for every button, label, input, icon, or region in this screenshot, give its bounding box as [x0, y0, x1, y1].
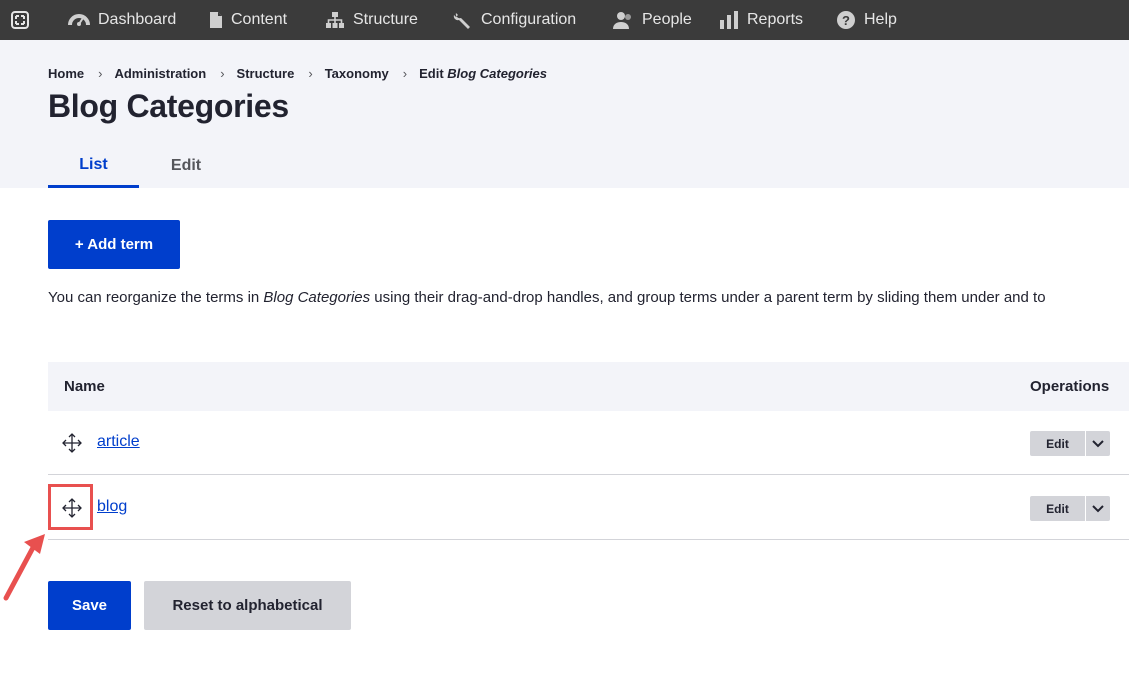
operations-dropbutton: Edit — [1030, 431, 1110, 456]
help-icon: ? — [837, 11, 855, 29]
breadcrumb-separator: › — [308, 66, 313, 81]
toolbar-people-label: People — [642, 11, 692, 28]
operations-toggle[interactable] — [1086, 496, 1110, 521]
drag-handle-icon[interactable] — [60, 431, 84, 455]
edit-term-button[interactable]: Edit — [1030, 431, 1085, 456]
terms-table-header: Name Operations — [48, 362, 1129, 411]
help-text: You can reorganize the terms in Blog Cat… — [48, 289, 1046, 306]
breadcrumb-current-prefix: Edit — [419, 66, 444, 81]
toolbar-reports-label: Reports — [747, 11, 804, 28]
tab-list[interactable]: List — [48, 144, 139, 188]
term-link[interactable]: article — [97, 433, 140, 451]
toolbar-help-label: Help — [864, 11, 897, 28]
edit-term-button[interactable]: Edit — [1030, 496, 1085, 521]
help-text-vocabulary: Blog Categories — [263, 289, 371, 306]
toolbar-configuration-label: Configuration — [481, 11, 577, 28]
breadcrumb-current-vocabulary: Blog Categories — [447, 66, 547, 81]
toolbar-content[interactable]: Content — [209, 0, 287, 40]
table-row: blog Edit — [48, 476, 1129, 540]
breadcrumb-taxonomy[interactable]: Taxonomy — [325, 66, 389, 81]
breadcrumb-separator: › — [220, 66, 225, 81]
drag-handle-icon[interactable] — [60, 496, 84, 520]
breadcrumb-structure[interactable]: Structure — [237, 66, 295, 81]
help-text-before: You can reorganize the terms in — [48, 289, 264, 306]
admin-toolbar: Dashboard Content Structure Configuratio… — [0, 0, 1129, 40]
toolbar-home-button[interactable] — [0, 0, 40, 40]
bar-chart-icon — [720, 11, 738, 29]
column-header-operations: Operations — [1030, 378, 1110, 395]
drupal-home-icon — [11, 11, 29, 29]
page-title: Blog Categories — [48, 88, 289, 124]
page-header: Home › Administration › Structure › Taxo… — [0, 40, 1129, 188]
breadcrumb: Home › Administration › Structure › Taxo… — [48, 66, 547, 81]
breadcrumb-administration[interactable]: Administration — [114, 66, 206, 81]
toolbar-configuration[interactable]: Configuration — [453, 0, 576, 40]
chevron-down-icon — [1092, 504, 1104, 512]
breadcrumb-home[interactable]: Home — [48, 66, 84, 81]
toolbar-people[interactable]: People — [612, 0, 692, 40]
dashboard-icon — [68, 14, 90, 26]
wrench-icon — [453, 13, 470, 29]
document-icon — [210, 12, 222, 28]
toolbar-content-label: Content — [231, 11, 288, 28]
help-text-after: using their drag-and-drop handles, and g… — [370, 289, 1046, 306]
breadcrumb-separator: › — [98, 66, 103, 81]
chevron-down-icon — [1092, 439, 1104, 447]
toolbar-reports[interactable]: Reports — [719, 0, 803, 40]
operations-dropbutton: Edit — [1030, 496, 1110, 521]
reset-alphabetical-button[interactable]: Reset to alphabetical — [144, 581, 351, 630]
toolbar-structure-label: Structure — [353, 11, 418, 28]
people-icon — [613, 12, 631, 29]
toolbar-structure[interactable]: Structure — [325, 0, 418, 40]
breadcrumb-separator: › — [402, 66, 408, 81]
add-term-button[interactable]: + Add term — [48, 220, 180, 269]
term-link[interactable]: blog — [97, 498, 127, 516]
toolbar-dashboard[interactable]: Dashboard — [68, 0, 176, 40]
svg-text:?: ? — [842, 13, 850, 28]
save-button[interactable]: Save — [48, 581, 131, 630]
operations-toggle[interactable] — [1086, 431, 1110, 456]
toolbar-dashboard-label: Dashboard — [98, 11, 177, 28]
toolbar-help[interactable]: ? Help — [836, 0, 897, 40]
breadcrumb-current[interactable]: Edit Blog Categories — [419, 66, 547, 81]
table-row: article Edit — [48, 411, 1129, 475]
tab-edit[interactable]: Edit — [139, 144, 233, 188]
column-header-name: Name — [64, 378, 105, 395]
sitemap-icon — [326, 12, 344, 28]
